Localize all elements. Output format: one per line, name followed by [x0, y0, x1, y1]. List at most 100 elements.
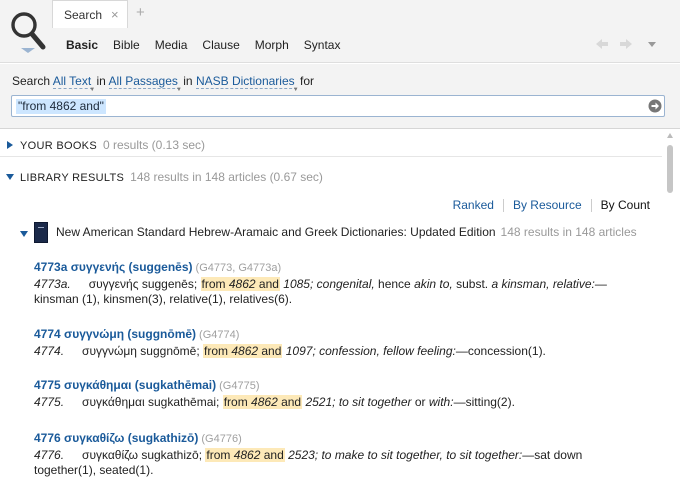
entry-title[interactable]: 4776 συγκαθίζω (sugkathizō): [34, 431, 198, 445]
search-prefix: Search: [12, 74, 51, 88]
resource-count: 148 results in 148 articles: [500, 225, 637, 239]
entry-title[interactable]: 4773a συγγενής (suggenēs): [34, 260, 193, 274]
search-icon[interactable]: [9, 9, 47, 53]
entry-text: συγκάθημαι sugkathēmai;: [82, 395, 223, 409]
italic-text: a kinsman, relative:: [491, 277, 595, 291]
entry-refs: (G4775): [219, 380, 260, 392]
entry-number: 4776.: [34, 448, 65, 462]
entry-text: hence: [374, 277, 415, 291]
italic-text: 4862: [233, 448, 261, 462]
entry-body: 4776. συγκαθίζω sugkathizō; from 4862 and…: [34, 448, 644, 478]
resource-title[interactable]: New American Standard Hebrew-Aramaic and…: [56, 225, 496, 239]
passage-scope-label: All Passages: [108, 74, 178, 88]
entry-text: or: [411, 395, 429, 409]
entry-number: 4775.: [34, 395, 65, 409]
search-hit-highlight: from 4862 and: [203, 344, 283, 358]
italic-text: akin to,: [414, 277, 453, 291]
result-entry: 4776 συγκαθίζω (sugkathizō) (G4776) 4776.…: [34, 431, 644, 478]
italic-text: 2521; to sit together: [305, 395, 412, 409]
close-icon[interactable]: ×: [111, 8, 119, 21]
collapse-triangle-icon[interactable]: [20, 231, 28, 237]
search-query-text: "from 4862 and": [16, 99, 106, 114]
sort-options: Ranked By Resource By Count: [453, 198, 650, 212]
entry-number: 4774.: [34, 344, 65, 358]
italic-text: 4862: [251, 395, 278, 409]
result-entry: 4773a συγγενής (suggenēs) (G4773, G4773a)…: [34, 260, 644, 307]
search-hit-highlight: from 4862 and: [200, 277, 280, 291]
entry-text: —sitting(2).: [453, 395, 515, 409]
caret-icon: ▼: [175, 87, 182, 93]
in-word: in: [183, 74, 193, 88]
book-icon: [34, 222, 48, 243]
search-input[interactable]: "from 4862 and": [11, 95, 665, 117]
entry-text: συγγενής suggenēs;: [88, 277, 201, 291]
your-books-summary: 0 results (0.13 sec): [102, 138, 206, 152]
collapse-triangle-icon[interactable]: [6, 174, 14, 180]
entry-refs: (G4773, G4773a): [195, 262, 282, 274]
search-hit-highlight: from 4862 and: [222, 395, 303, 409]
divider: [0, 128, 680, 129]
go-arrow-icon[interactable]: [648, 99, 662, 113]
divider: [502, 198, 504, 212]
italic-text: with:: [428, 395, 454, 409]
search-type-tabs: Basic Bible Media Clause Morph Syntax: [66, 37, 355, 53]
expand-triangle-icon[interactable]: [7, 141, 13, 149]
tab-media[interactable]: Media: [155, 38, 188, 52]
sort-by-resource[interactable]: By Resource: [513, 198, 582, 212]
tab-clause[interactable]: Clause: [202, 38, 239, 52]
entry-title[interactable]: 4774 συγγνώμη (suggnōmē): [34, 327, 196, 341]
search-scope-line: Search All Text ▼ in All Passages ▼ in NAS…: [12, 74, 314, 93]
entry-number: 4773a.: [34, 277, 71, 291]
tab-syntax[interactable]: Syntax: [304, 38, 341, 52]
result-entry: 4774 συγγνώμη (suggnōmē) (G4774) 4774. συγ…: [34, 327, 644, 359]
in-word: in: [96, 74, 106, 88]
passage-scope-dropdown[interactable]: All Passages ▼: [108, 74, 182, 93]
tab-bible[interactable]: Bible: [113, 38, 140, 52]
library-results-summary: 148 results in 148 articles (0.67 sec): [130, 170, 323, 184]
forward-arrow-icon[interactable]: [620, 39, 632, 49]
entry-body: 4774. συγγνώμη suggnōmē; from 4862 and 10…: [34, 344, 644, 359]
resource-group[interactable]: New American Standard Hebrew-Aramaic and…: [18, 221, 658, 245]
toolbar: Search × + Basic Bible Media Clause Morp…: [0, 0, 680, 63]
italic-text: 1097; confession, fellow feeling:: [285, 344, 456, 358]
italic-text: 4862: [231, 344, 259, 358]
entry-text: συγκαθίζω sugkathizō;: [82, 448, 206, 462]
entry-text: subst.: [452, 277, 492, 291]
entry-refs: (G4774): [199, 329, 240, 341]
menu-caret-icon[interactable]: [648, 42, 656, 47]
italic-text: 1085; congenital,: [283, 277, 375, 291]
for-word: for: [299, 74, 314, 88]
tab-strip: Search × +: [52, 0, 680, 28]
entry-body: 4773a. συγγενής suggenēs; from 4862 and 1…: [34, 277, 644, 307]
tab-search-label: Search: [64, 8, 103, 22]
history-nav: [596, 39, 656, 49]
caret-icon: ▼: [292, 87, 299, 93]
library-results-section[interactable]: LIBRARY RESULTS 148 results in 148 articl…: [0, 165, 662, 189]
entry-text: συγγνώμη suggnōmē;: [82, 344, 203, 358]
text-scope-dropdown[interactable]: All Text ▼: [52, 74, 95, 93]
your-books-title: YOUR BOOKS: [20, 140, 97, 152]
your-books-section[interactable]: YOUR BOOKS 0 results (0.13 sec): [0, 133, 662, 157]
divider: [590, 198, 592, 212]
search-hit-highlight: from 4862 and: [205, 448, 285, 462]
sort-by-count[interactable]: By Count: [601, 198, 650, 212]
resource-scope-dropdown[interactable]: NASB Dictionaries ▼: [195, 74, 299, 93]
back-arrow-icon[interactable]: [596, 39, 608, 49]
italic-text: 4862: [228, 277, 256, 291]
library-results-title: LIBRARY RESULTS: [20, 172, 125, 184]
resource-scope-label: NASB Dictionaries: [195, 74, 295, 88]
caret-icon: ▼: [89, 87, 96, 93]
entry-refs: (G4776): [201, 433, 242, 445]
tab-basic[interactable]: Basic: [66, 38, 98, 52]
entry-title[interactable]: 4775 συγκάθημαι (sugkathēmai): [34, 378, 216, 392]
entry-text: —concession(1).: [455, 344, 546, 358]
entry-body: 4775. συγκάθημαι sugkathēmai; from 4862 a…: [34, 395, 644, 410]
scrollbar-thumb[interactable]: [667, 145, 673, 193]
scrollbar[interactable]: [664, 131, 676, 495]
plus-icon[interactable]: +: [136, 5, 145, 20]
sort-ranked[interactable]: Ranked: [453, 198, 494, 212]
tab-morph[interactable]: Morph: [255, 38, 289, 52]
tab-search[interactable]: Search ×: [52, 0, 128, 28]
italic-text: 2523; to make to sit together, to sit to…: [288, 448, 523, 462]
result-entry: 4775 συγκάθημαι (sugkathēmai) (G4775) 477…: [34, 378, 644, 410]
